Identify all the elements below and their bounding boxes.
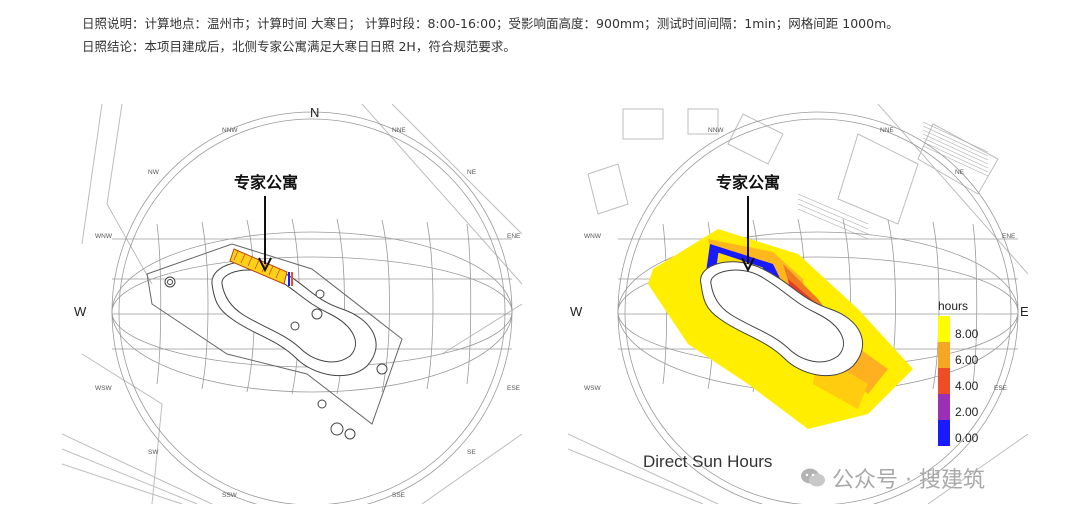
compass-W: W (570, 304, 583, 319)
compass-ESE: ESE (507, 385, 521, 392)
left-diagram-svg: N NNW NNE NW NE WNW ENE W E WSW ESE SW S… (62, 104, 522, 504)
legend-tick-label: 2.00 (955, 405, 979, 419)
compass-SSE: SSE (392, 492, 406, 499)
legend-swatch (938, 316, 950, 342)
notes-line-2: 日照结论：本项目建成后，北侧专家公寓满足大寒日日照 2H，符合规范要求。 (82, 39, 516, 54)
compass-NNW: NNW (708, 127, 724, 134)
watermark-text: 公众号 · 搜建筑 (832, 468, 985, 493)
compass-NNE: NNE (880, 127, 894, 134)
compass-NE: NE (467, 169, 477, 176)
compass-ESE: ESE (994, 385, 1008, 392)
compass-W: W (74, 304, 87, 319)
notes-line-1: 日照说明：计算地点：温州市；计算时间 大寒日； 计算时段：8:00-16:00；… (82, 16, 899, 31)
legend-tick-label: 0.00 (955, 431, 979, 445)
compass-WSW: WSW (584, 385, 601, 392)
compass-ENE: ENE (1002, 233, 1016, 240)
building-mass (164, 261, 388, 440)
right-diagram-svg: NNW NNE NE WNW ENE W E WSW ESE 专家公寓 hour… (568, 104, 1028, 504)
wechat-icon (801, 468, 825, 487)
left-sun-diagram: N NNW NNE NW NE WNW ENE W E WSW ESE SW S… (62, 104, 522, 504)
compass-NNE: NNE (392, 127, 406, 134)
legend-title: hours (938, 299, 968, 313)
right-building-label: 专家公寓 (716, 173, 780, 192)
compass-SSW: SSW (222, 492, 238, 499)
chart-caption: Direct Sun Hours (643, 452, 772, 471)
compass-NNW: NNW (222, 127, 238, 134)
legend-swatch (938, 420, 950, 446)
legend-tick-label: 6.00 (955, 353, 979, 367)
compass-WNW: WNW (95, 233, 113, 240)
compass-N: N (310, 105, 319, 120)
compass-NE: NE (955, 169, 965, 176)
compass-NW: NW (148, 169, 160, 176)
legend-swatch (938, 394, 950, 420)
compass-WNW: WNW (584, 233, 602, 240)
watermark: 公众号 · 搜建筑 (800, 462, 985, 494)
right-sun-diagram: NNW NNE NE WNW ENE W E WSW ESE 专家公寓 hour… (568, 104, 1028, 504)
legend-tick-label: 4.00 (955, 379, 979, 393)
compass-E: E (1020, 304, 1028, 319)
compass-ENE: ENE (507, 233, 521, 240)
legend-swatch (938, 368, 950, 394)
legend-tick-label: 8.00 (955, 327, 979, 341)
legend-swatch (938, 342, 950, 368)
sunlight-notes: 日照说明：计算地点：温州市；计算时间 大寒日； 计算时段：8:00-16:00；… (82, 12, 899, 58)
compass-SW: SW (148, 449, 159, 456)
compass-WSW: WSW (95, 385, 112, 392)
left-building-label: 专家公寓 (234, 173, 298, 192)
sun-hours-legend: hours 8.00 6.00 4.00 2.00 0.00 (938, 299, 979, 446)
compass-SE: SE (467, 449, 476, 456)
